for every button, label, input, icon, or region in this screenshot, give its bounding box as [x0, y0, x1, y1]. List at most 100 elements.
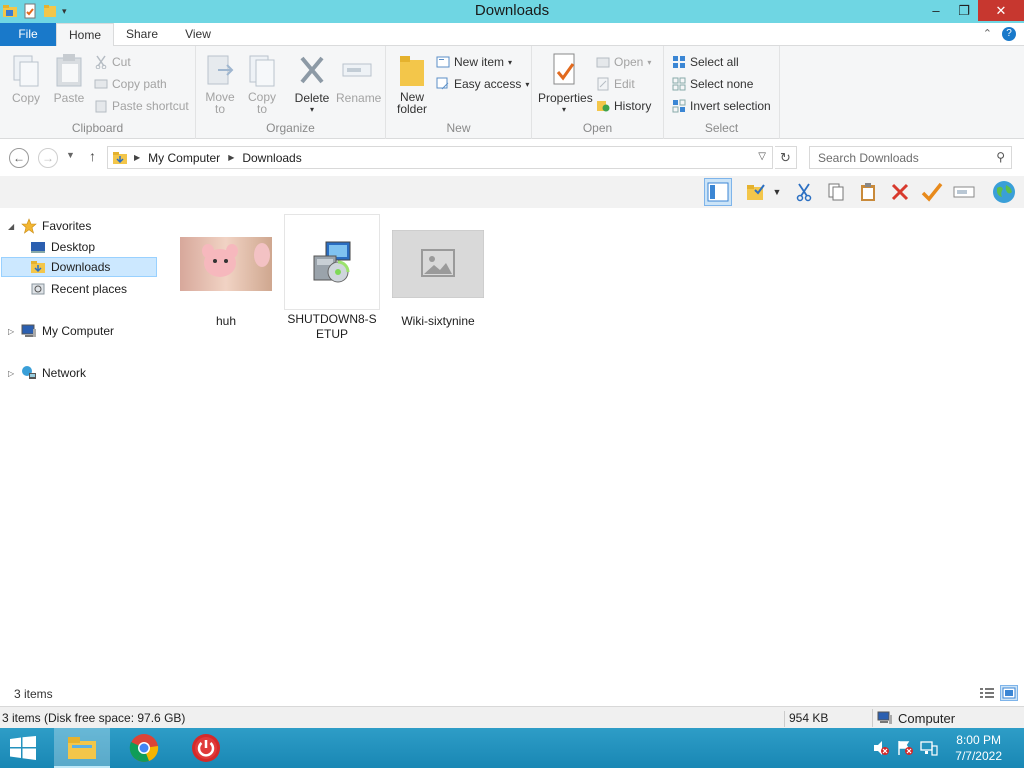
clipboard-group: Copy Paste Cut Copy path Paste shortcut …	[0, 46, 196, 139]
nav-recent-places[interactable]: Recent places	[30, 279, 127, 299]
details-status-bar: 3 items (Disk free space: 97.6 GB) 954 K…	[0, 706, 1024, 728]
copy-path-button[interactable]: Copy path	[94, 74, 167, 94]
delete-toolbar-button[interactable]	[886, 178, 914, 206]
nav-favorites[interactable]: ◢ Favorites	[8, 216, 91, 236]
paste-toolbar-button[interactable]	[854, 178, 882, 206]
volume-muted-icon[interactable]	[872, 740, 890, 756]
tab-share[interactable]: Share	[118, 23, 166, 46]
up-arrow-icon[interactable]: ↑	[89, 148, 96, 164]
delete-button[interactable]: Delete ▾	[294, 52, 330, 114]
globe-toolbar-button[interactable]	[990, 178, 1018, 206]
delete-x-icon	[891, 183, 909, 201]
copy-button[interactable]: Copy	[10, 52, 42, 105]
preview-pane-button[interactable]	[704, 178, 732, 206]
search-icon[interactable]: ⚲	[996, 150, 1005, 164]
delete-x-icon	[300, 56, 324, 84]
history-button[interactable]: History	[596, 96, 651, 116]
file-item[interactable]: huh	[178, 216, 274, 329]
new-folder-button[interactable]: New folder	[394, 52, 430, 115]
copy-toolbar-button[interactable]	[822, 178, 850, 206]
open-dropdown-icon: ▾	[647, 57, 652, 67]
close-button[interactable]: ✕	[978, 0, 1024, 21]
paste-icon	[56, 54, 82, 87]
select-all-icon	[673, 56, 685, 68]
easy-access-button[interactable]: Easy access ▾	[436, 74, 529, 94]
copy-to-label-2: to	[256, 102, 267, 116]
breadcrumb-downloads[interactable]: Downloads	[242, 151, 301, 165]
select-group-label: Select	[704, 121, 739, 135]
rename-button[interactable]: Rename	[336, 52, 381, 105]
taskbar-chrome[interactable]	[116, 728, 172, 768]
forward-button[interactable]: →	[38, 148, 58, 168]
properties-label: Properties	[538, 91, 593, 105]
file-thumbnail	[284, 214, 380, 310]
breadcrumb-my-computer[interactable]: My Computer	[148, 151, 220, 165]
details-view-button[interactable]	[978, 685, 996, 701]
collapse-arrow-icon[interactable]: ◢	[8, 222, 16, 231]
network-status-icon[interactable]	[920, 740, 938, 756]
history-label: History	[614, 99, 652, 113]
properties-button[interactable]: Properties ▾	[538, 52, 593, 114]
status-bar: 3 items	[0, 680, 1024, 706]
tab-view[interactable]: View	[176, 23, 220, 46]
new-item-button[interactable]: New item ▾	[436, 52, 512, 72]
taskbar-shutdown8[interactable]	[178, 728, 234, 768]
folder-options-dropdown-icon[interactable]: ▼	[768, 178, 786, 206]
delete-dropdown-icon[interactable]: ▾	[294, 105, 330, 114]
nav-downloads-label: Downloads	[51, 260, 111, 274]
computer-icon	[877, 711, 892, 724]
cut-toolbar-button[interactable]	[790, 178, 818, 206]
properties-big-icon	[553, 53, 575, 85]
tab-home[interactable]: Home	[56, 23, 114, 47]
properties-dropdown-icon[interactable]: ▾	[538, 105, 590, 114]
star-icon	[21, 218, 37, 234]
installer-icon	[313, 241, 351, 283]
copy-to-button[interactable]: Copy to	[246, 52, 278, 115]
desktop-icon	[31, 242, 45, 253]
select-all-button[interactable]: Select all	[672, 52, 739, 72]
invert-selection-button[interactable]: Invert selection	[672, 96, 771, 116]
action-center-flag-icon[interactable]	[896, 740, 914, 756]
taskbar-file-explorer[interactable]	[54, 728, 110, 768]
large-icons-view-button[interactable]	[1000, 685, 1018, 701]
rename-toolbar-button[interactable]	[950, 178, 978, 206]
cut-button[interactable]: Cut	[94, 52, 131, 72]
breadcrumb-separator-icon[interactable]: ▶	[228, 153, 234, 162]
file-item[interactable]: Wiki-sixtynine	[390, 216, 486, 329]
refresh-button[interactable]: ↻	[775, 146, 797, 169]
address-bar[interactable]: ▶ My Computer ▶ Downloads ▽	[107, 146, 773, 169]
open-button[interactable]: Open ▾	[596, 52, 651, 72]
help-icon[interactable]: ?	[1002, 27, 1016, 41]
back-button[interactable]: ←	[9, 148, 29, 168]
nav-my-computer[interactable]: ▷ My Computer	[8, 321, 114, 341]
expand-arrow-icon[interactable]: ▷	[8, 369, 16, 378]
nav-desktop[interactable]: Desktop	[30, 237, 95, 257]
tab-file[interactable]: File	[0, 23, 56, 46]
recent-locations-icon[interactable]: ▼	[66, 150, 75, 160]
expand-arrow-icon[interactable]: ▷	[8, 327, 16, 336]
edit-button[interactable]: Edit	[596, 74, 635, 94]
nav-network[interactable]: ▷ Network	[8, 363, 86, 383]
breadcrumb-separator-icon[interactable]: ▶	[134, 153, 140, 162]
chrome-icon	[129, 734, 159, 762]
copy-path-label: Copy path	[112, 77, 167, 91]
paste-button[interactable]: Paste	[52, 52, 86, 105]
organize-group-label: Organize	[266, 121, 315, 135]
paste-shortcut-button[interactable]: Paste shortcut	[94, 96, 189, 116]
address-dropdown-icon[interactable]: ▽	[758, 151, 766, 162]
new-item-icon	[436, 56, 450, 68]
ribbon-collapse-icon[interactable]: ⌃	[983, 27, 992, 40]
select-none-button[interactable]: Select none	[672, 74, 753, 94]
properties-toolbar-button[interactable]	[918, 178, 946, 206]
minimize-button[interactable]: –	[922, 0, 950, 21]
clock[interactable]: 8:00 PM 7/7/2022	[955, 732, 1002, 764]
restore-button[interactable]: ❐	[950, 0, 978, 21]
folder-options-button[interactable]	[742, 178, 770, 206]
file-item[interactable]: SHUTDOWN8-SETUP	[284, 214, 380, 342]
move-to-button[interactable]: Move to	[204, 52, 236, 115]
search-input[interactable]	[810, 147, 985, 168]
edit-label: Edit	[614, 77, 635, 91]
start-button[interactable]	[10, 736, 36, 760]
new-folder-label-2: folder	[396, 102, 428, 116]
nav-downloads[interactable]: Downloads	[1, 257, 157, 277]
